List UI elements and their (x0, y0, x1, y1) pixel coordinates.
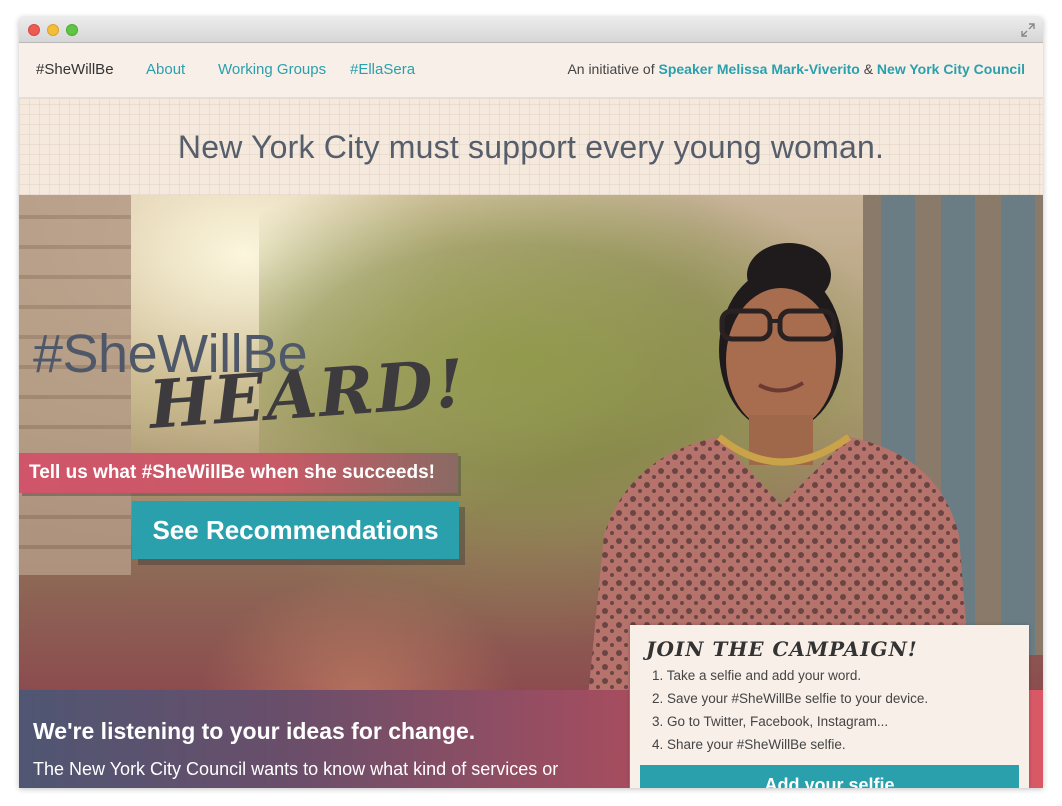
join-campaign-card: Join the campaign! 1. Take a selfie and … (630, 625, 1029, 788)
see-recommendations-button[interactable]: See Recommendations (132, 501, 459, 559)
campaign-step: 3. Go to Twitter, Facebook, Instagram... (652, 714, 889, 729)
speaker-link[interactable]: Speaker Melissa Mark-Viverito (659, 61, 860, 77)
listening-section: We're listening to your ideas for change… (19, 690, 629, 788)
site-brand-link[interactable]: #SheWillBe (36, 61, 114, 78)
nav-link-ella-sera[interactable]: #EllaSera (350, 61, 415, 78)
minimize-window-button[interactable] (47, 24, 59, 36)
campaign-steps: 1. Take a selfie and add your word. 2. S… (646, 664, 1029, 756)
campaign-heading: Join the campaign! (646, 637, 918, 661)
campaign-step: 2. Save your #SheWillBe selfie to your d… (652, 691, 929, 706)
tagline-text: New York City must support every young w… (177, 129, 885, 165)
building-left-image (19, 195, 131, 575)
window-titlebar (19, 17, 1043, 43)
fullscreen-icon[interactable] (1021, 23, 1035, 37)
site-navbar: #SheWillBe About Working Groups #EllaSer… (19, 43, 1043, 99)
council-link[interactable]: New York City Council (877, 61, 1025, 77)
nav-link-working-groups[interactable]: Working Groups (218, 61, 326, 78)
tagline-banner: New York City must support every young w… (19, 99, 1043, 195)
campaign-step: 4. Share your #SheWillBe selfie. (652, 737, 846, 752)
campaign-step: 1. Take a selfie and add your word. (652, 668, 862, 683)
listening-heading: We're listening to your ideas for change… (33, 718, 476, 744)
ampersand: & (863, 61, 874, 77)
initiative-credit: An initiative of Speaker Melissa Mark-Vi… (567, 61, 1025, 77)
tell-us-banner: Tell us what #SheWillBe when she succeed… (19, 453, 458, 493)
add-selfie-button[interactable]: Add your selfie (640, 765, 1019, 788)
listening-body: The New York City Council wants to know … (33, 759, 559, 779)
browser-window: #SheWillBe About Working Groups #EllaSer… (19, 17, 1043, 788)
nav-link-about[interactable]: About (146, 61, 185, 78)
hero-section: #SheWillBe HEARD! Tell us what #SheWillB… (19, 195, 1043, 788)
maximize-window-button[interactable] (66, 24, 78, 36)
close-window-button[interactable] (28, 24, 40, 36)
coral-accent-strip (1029, 690, 1043, 788)
initiative-prefix: An initiative of (567, 61, 655, 77)
